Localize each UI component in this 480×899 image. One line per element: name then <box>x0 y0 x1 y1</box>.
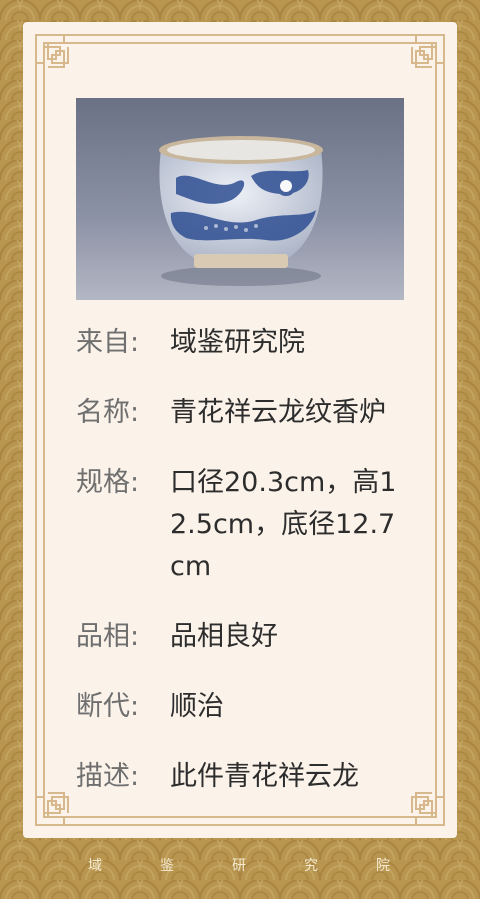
censer-photo <box>76 98 404 300</box>
field-label: 品相: <box>76 621 140 652</box>
field-value: 品相良好 <box>170 621 278 652</box>
footer-char: 研 <box>232 858 248 874</box>
field-row-condition: 品相: 品相良好 <box>76 616 406 658</box>
field-row-source: 来自: 域鉴研究院 <box>76 322 406 364</box>
field-label: 名称: <box>76 397 140 428</box>
footer-char: 域 <box>88 858 104 874</box>
field-row-dating: 断代: 顺治 <box>76 686 406 728</box>
item-card: 来自: 域鉴研究院 名称: 青花祥云龙纹香炉 规格: 口径20.3cm，高12.… <box>23 22 457 838</box>
field-row-description: 描述: 此件青花祥云龙 <box>76 756 406 798</box>
field-label: 规格: <box>76 467 140 498</box>
footer-brand: 域 鉴 研 究 院 <box>0 855 480 885</box>
field-label: 描述: <box>76 761 140 792</box>
field-value: 顺治 <box>170 691 224 722</box>
field-row-name: 名称: 青花祥云龙纹香炉 <box>76 392 406 434</box>
field-value: 青花祥云龙纹香炉 <box>170 397 386 428</box>
field-row-spec: 规格: 口径20.3cm，高12.5cm，底径12.7cm <box>76 462 406 588</box>
item-details: 来自: 域鉴研究院 名称: 青花祥云龙纹香炉 规格: 口径20.3cm，高12.… <box>76 322 406 800</box>
field-label: 断代: <box>76 691 140 722</box>
field-label: 来自: <box>76 327 140 358</box>
footer-char: 鉴 <box>160 858 176 874</box>
field-value: 此件青花祥云龙 <box>170 761 359 792</box>
field-value: 域鉴研究院 <box>170 327 305 358</box>
footer-char: 院 <box>376 858 392 874</box>
footer-char: 究 <box>304 858 320 874</box>
field-value: 口径20.3cm，高12.5cm，底径12.7cm <box>170 467 397 582</box>
